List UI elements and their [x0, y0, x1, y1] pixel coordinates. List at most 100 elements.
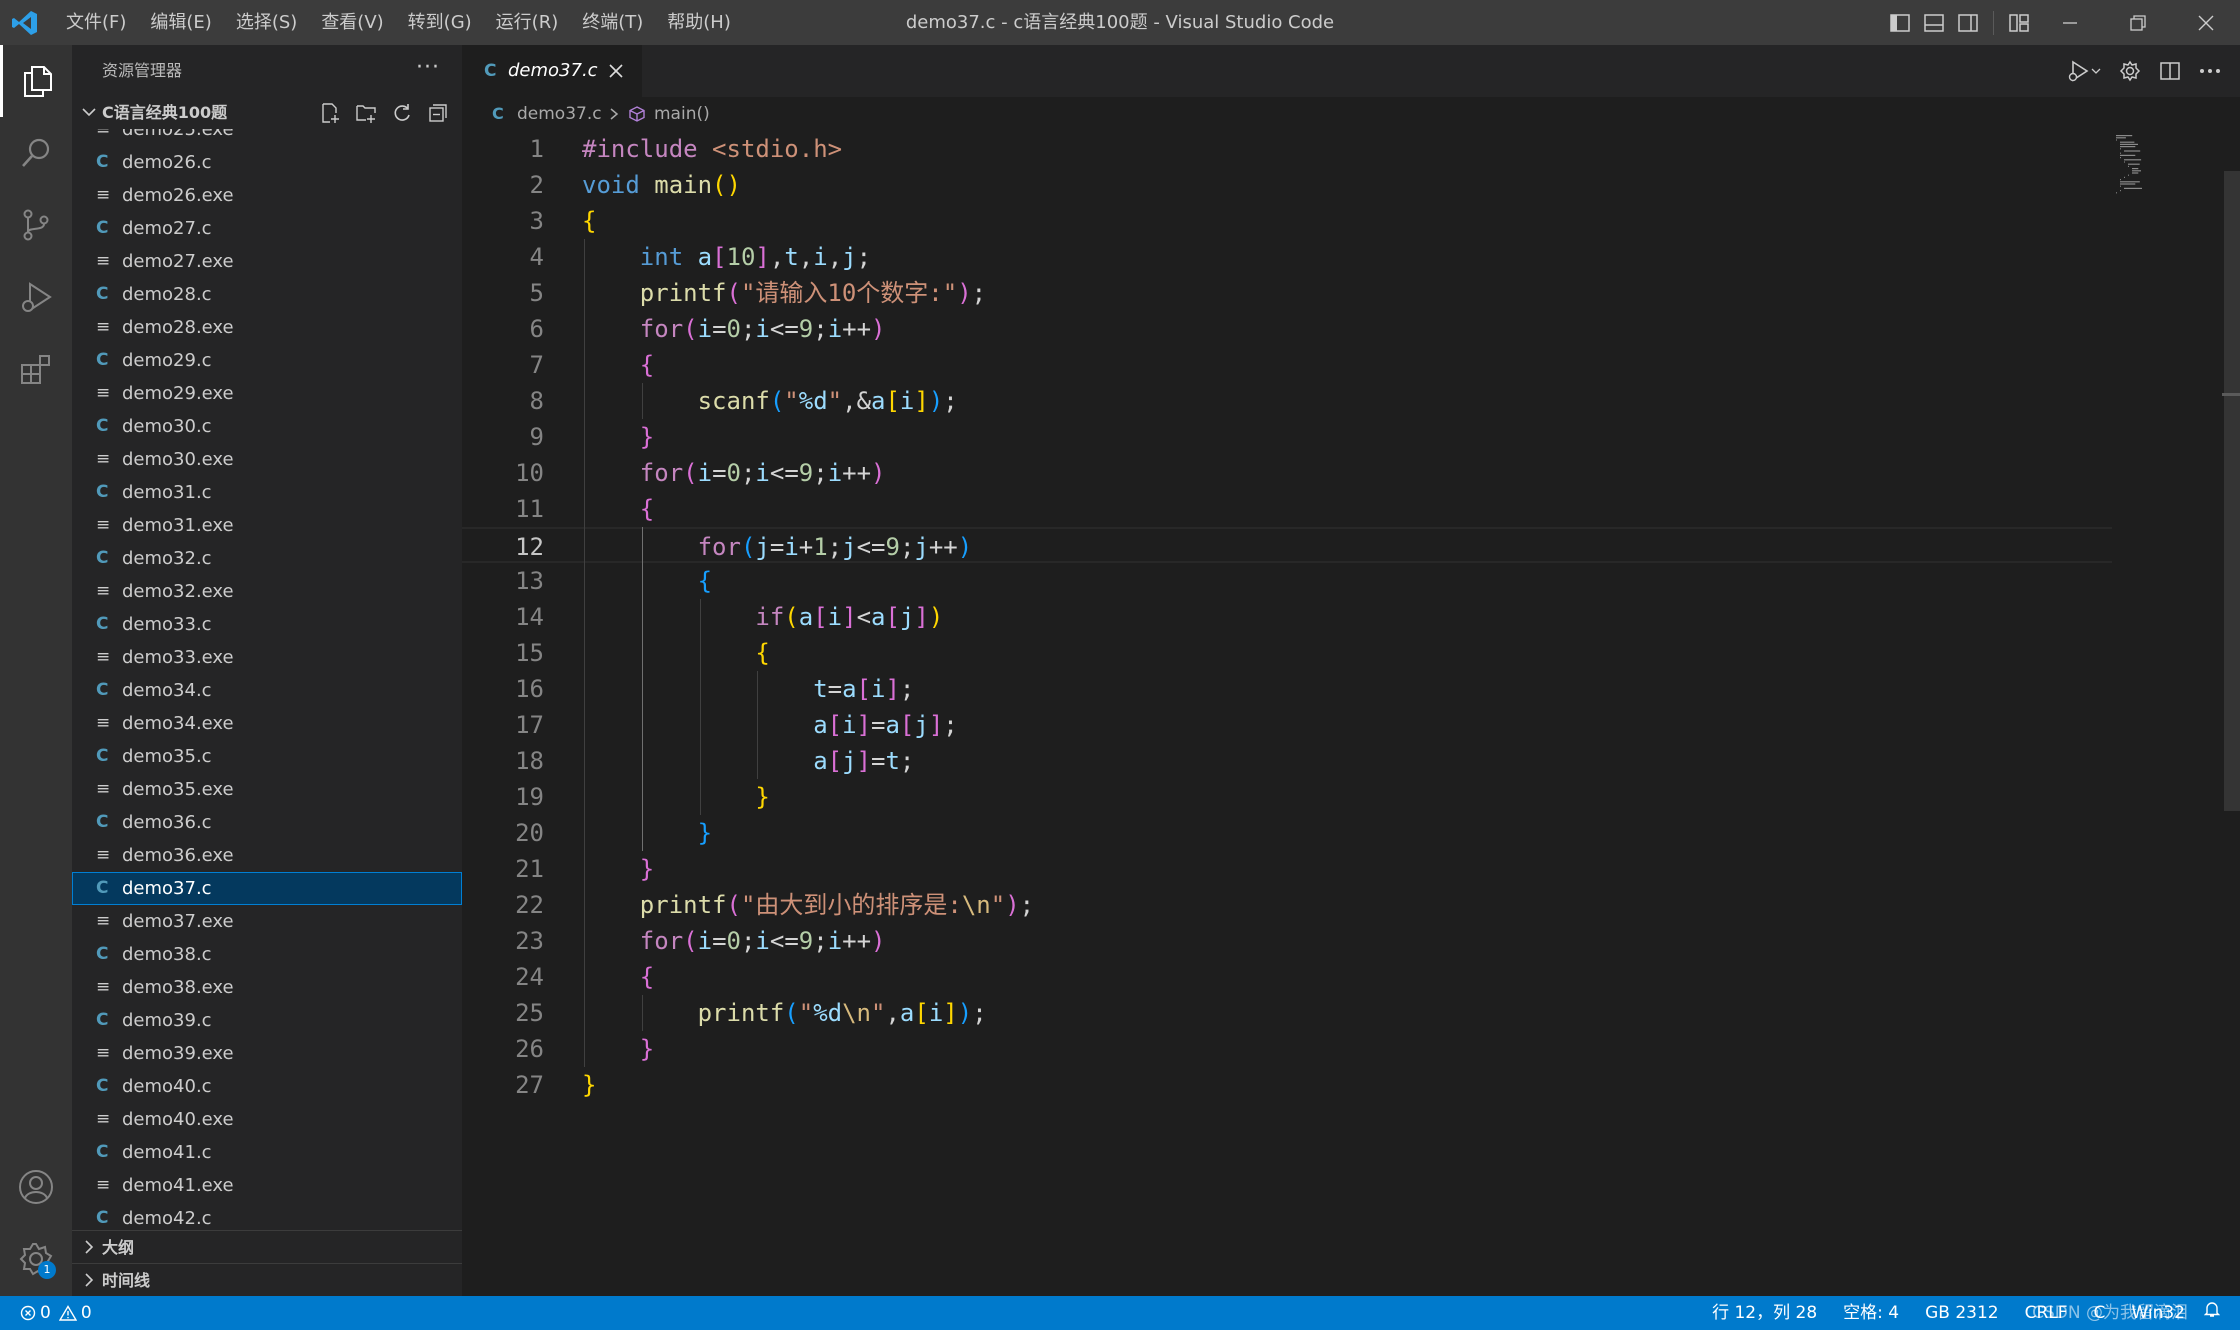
manage-activity-button[interactable]: 1 [0, 1223, 72, 1295]
file-item[interactable]: Cdemo36.c [72, 806, 462, 839]
source-control-activity-button[interactable] [0, 189, 72, 261]
code-line[interactable]: 27} [462, 1067, 2112, 1103]
file-item[interactable]: ≡ demo30.exe [72, 443, 462, 476]
code-line[interactable]: 2 void main() [462, 167, 2112, 203]
collapse-all-button[interactable] [420, 97, 456, 129]
more-editor-actions-button[interactable] [2190, 45, 2230, 97]
problems-indicator[interactable]: 0 0 [20, 1296, 92, 1330]
file-item[interactable]: Cdemo28.c [72, 278, 462, 311]
file-item[interactable]: ≡ demo28.exe [72, 311, 462, 344]
file-item[interactable]: Cdemo27.c [72, 212, 462, 245]
file-item[interactable]: Cdemo40.c [72, 1070, 462, 1103]
code-editor[interactable]: 1 #include <stdio.h> 2 void main() 3{4 int a… [462, 131, 2240, 1296]
file-item[interactable]: Cdemo31.c [72, 476, 462, 509]
code-line[interactable]: 21 } [462, 851, 2112, 887]
vertical-scrollbar[interactable] [2222, 131, 2240, 1296]
file-item[interactable]: Cdemo35.c [72, 740, 462, 773]
menu-selection[interactable]: 选择(S) [224, 0, 309, 45]
file-item[interactable]: ≡ demo37.exe [72, 905, 462, 938]
code-line[interactable]: 15 { [462, 635, 2112, 671]
file-item[interactable]: ≡ demo39.exe [72, 1037, 462, 1070]
menu-go[interactable]: 转到(G) [396, 0, 484, 45]
tab-demo37[interactable]: C demo37.c [462, 45, 642, 97]
file-item[interactable]: Cdemo37.c [72, 872, 462, 905]
restore-button[interactable] [2104, 0, 2172, 45]
new-folder-button[interactable] [348, 97, 384, 129]
toggle-secondary-sidebar-button[interactable] [1951, 0, 1985, 45]
notifications-button[interactable] [2198, 1296, 2226, 1330]
code-line[interactable]: 11 { [462, 491, 2112, 527]
menu-view[interactable]: 查看(V) [309, 0, 395, 45]
minimap[interactable] [2112, 131, 2222, 1296]
menu-file[interactable]: 文件(F) [54, 0, 138, 45]
toggle-primary-sidebar-button[interactable] [1883, 0, 1917, 45]
code-line[interactable]: 17 a[i]=a[j]; [462, 707, 2112, 743]
outline-section-header[interactable]: 大纲 [72, 1230, 462, 1263]
code-line[interactable]: 25 printf("%d\n",a[i]); [462, 995, 2112, 1031]
code-line[interactable]: 6 for(i=0;i<=9;i++) [462, 311, 2112, 347]
code-line[interactable]: 10 for(i=0;i<=9;i++) [462, 455, 2112, 491]
run-debug-file-button[interactable] [2058, 45, 2110, 97]
code-line[interactable]: 20 } [462, 815, 2112, 851]
file-item[interactable]: ≡ demo34.exe [72, 707, 462, 740]
code-line[interactable]: 5 printf("请输入10个数字:"); [462, 275, 2112, 311]
file-item[interactable]: ≡ demo40.exe [72, 1103, 462, 1136]
code-line[interactable]: 22 printf("由大到小的排序是:\n"); [462, 887, 2112, 923]
file-item[interactable]: ≡ demo35.exe [72, 773, 462, 806]
menu-terminal[interactable]: 终端(T) [570, 0, 655, 45]
close-window-button[interactable] [2172, 0, 2240, 45]
split-editor-button[interactable] [2150, 45, 2190, 97]
accounts-activity-button[interactable] [0, 1151, 72, 1223]
file-item[interactable]: ≡ demo32.exe [72, 575, 462, 608]
file-item[interactable]: ≡ demo31.exe [72, 509, 462, 542]
code-line[interactable]: 19 } [462, 779, 2112, 815]
menu-run[interactable]: 运行(R) [484, 0, 571, 45]
code-line[interactable]: 23 for(i=0;i<=9;i++) [462, 923, 2112, 959]
code-line[interactable]: 9 } [462, 419, 2112, 455]
search-activity-button[interactable] [0, 117, 72, 189]
file-item[interactable]: Cdemo29.c [72, 344, 462, 377]
code-line[interactable]: 12 for(j=i+1;j<=9;j++) [462, 527, 2112, 563]
file-item[interactable]: ≡ demo26.exe [72, 179, 462, 212]
file-item[interactable]: Cdemo39.c [72, 1004, 462, 1037]
settings-button[interactable] [2110, 45, 2150, 97]
code-line[interactable]: 7 { [462, 347, 2112, 383]
file-item[interactable]: Cdemo26.c [72, 146, 462, 179]
breadcrumb-file[interactable]: demo37.c [517, 97, 602, 131]
scrollbar-thumb[interactable] [2224, 171, 2240, 811]
file-item[interactable]: ≡ demo33.exe [72, 641, 462, 674]
file-item[interactable]: Cdemo34.c [72, 674, 462, 707]
new-file-button[interactable] [312, 97, 348, 129]
refresh-button[interactable] [384, 97, 420, 129]
indentation[interactable]: 空格: 4 [1830, 1296, 1912, 1330]
menu-help[interactable]: 帮助(H) [655, 0, 743, 45]
breadcrumb-symbol[interactable]: main() [654, 97, 710, 131]
file-item[interactable]: Cdemo32.c [72, 542, 462, 575]
file-item[interactable]: ≡ demo36.exe [72, 839, 462, 872]
code-line[interactable]: 13 { [462, 563, 2112, 599]
explorer-activity-button[interactable] [0, 45, 72, 117]
file-item[interactable]: Cdemo41.c [72, 1136, 462, 1169]
close-icon[interactable] [606, 61, 626, 81]
file-item[interactable]: Cdemo30.c [72, 410, 462, 443]
run-debug-activity-button[interactable] [0, 261, 72, 333]
code-line[interactable]: 1 #include <stdio.h> [462, 131, 2112, 167]
toggle-panel-button[interactable] [1917, 0, 1951, 45]
file-item[interactable]: ≡ demo29.exe [72, 377, 462, 410]
menu-edit[interactable]: 编辑(E) [138, 0, 223, 45]
file-item[interactable]: ≡ demo41.exe [72, 1169, 462, 1202]
customize-layout-button[interactable] [2002, 0, 2036, 45]
code-line[interactable]: 3{ [462, 203, 2112, 239]
timeline-section-header[interactable]: 时间线 [72, 1263, 462, 1296]
file-encoding[interactable]: GB 2312 [1912, 1296, 2012, 1330]
folder-header[interactable]: C语言经典100题 [72, 97, 462, 129]
cursor-position[interactable]: 行 12，列 28 [1699, 1296, 1830, 1330]
code-line[interactable]: 18 a[j]=t; [462, 743, 2112, 779]
code-line[interactable]: 24 { [462, 959, 2112, 995]
code-line[interactable]: 8 scanf("%d",&a[i]); [462, 383, 2112, 419]
more-actions-button[interactable]: ··· [416, 45, 440, 91]
file-item[interactable]: ≡ demo38.exe [72, 971, 462, 1004]
extensions-activity-button[interactable] [0, 333, 72, 405]
code-line[interactable]: 16 t=a[i]; [462, 671, 2112, 707]
code-line[interactable]: 14 if(a[i]<a[j]) [462, 599, 2112, 635]
